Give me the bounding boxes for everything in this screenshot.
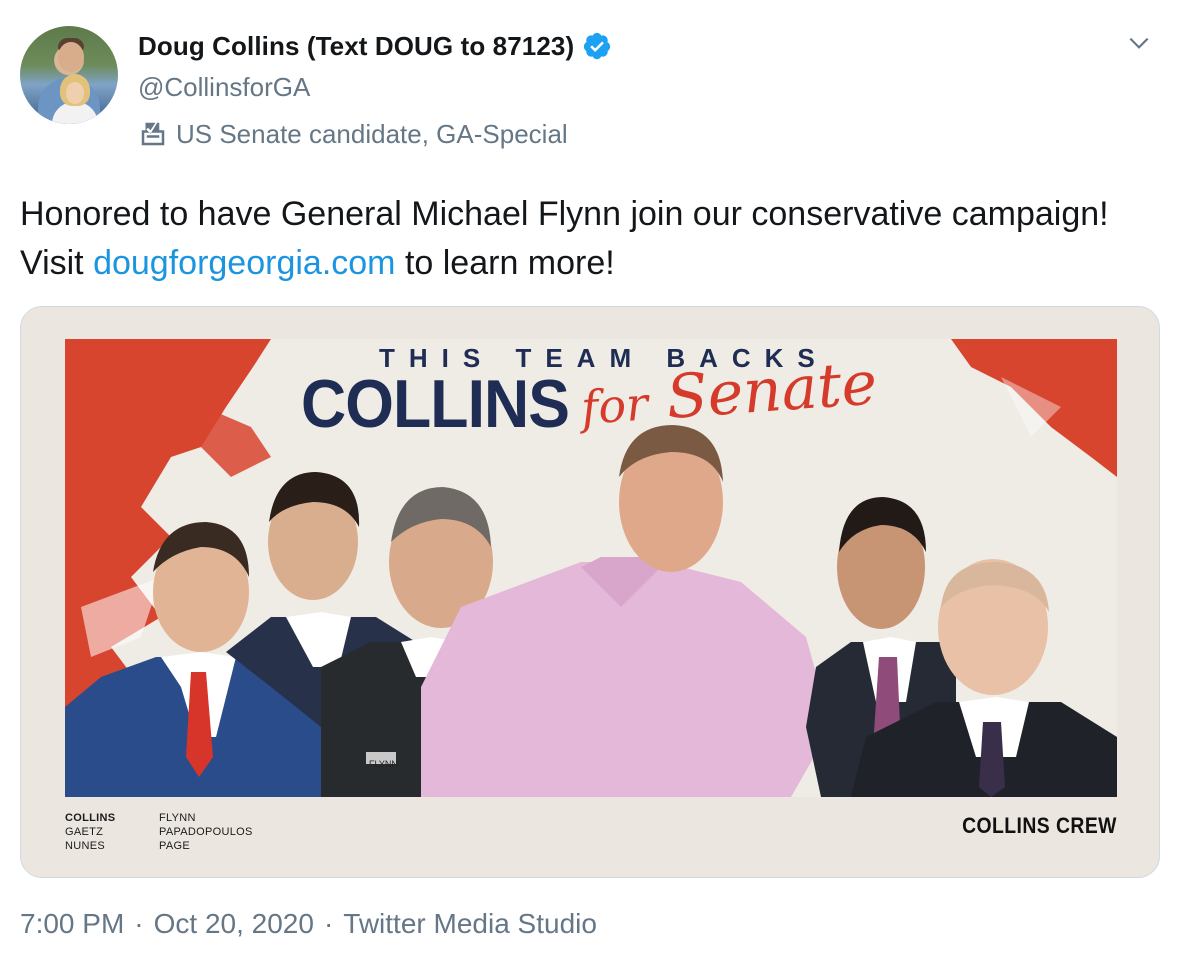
tweet-media-image[interactable]: THIS TEAM BACKS COLLINS for Senate COLLI… bbox=[20, 306, 1160, 878]
media-name-right-1: FLYNN bbox=[159, 812, 196, 824]
media-header-for: for bbox=[579, 376, 650, 435]
author-display-name[interactable]: Doug Collins (Text DOUG to 87123) bbox=[138, 31, 574, 62]
author-handle[interactable]: @CollinsforGA bbox=[138, 72, 310, 103]
tweet-footer: 7:00 PM · Oct 20, 2020 · Twitter Media S… bbox=[20, 908, 597, 940]
footer-separator: · bbox=[323, 908, 334, 939]
author-name-row[interactable]: Doug Collins (Text DOUG to 87123) bbox=[138, 28, 612, 64]
ballot-box-icon bbox=[141, 122, 165, 146]
author-label-text: US Senate candidate, GA-Special bbox=[176, 118, 568, 149]
media-crew-label: COLLINS CREW bbox=[962, 813, 1117, 838]
media-uniform-tag: FLYNN bbox=[369, 759, 398, 769]
media-name-left-2: GAETZ bbox=[65, 826, 104, 838]
tweet-link[interactable]: dougforgeorgia.com bbox=[93, 244, 395, 282]
media-name-left-1: COLLINS bbox=[65, 812, 116, 824]
media-name-left-3: NUNES bbox=[65, 840, 106, 852]
verified-badge-icon bbox=[584, 32, 611, 60]
author-label: US Senate candidate, GA-Special bbox=[138, 117, 568, 151]
media-header-senate: Senate bbox=[664, 348, 880, 433]
tweet-source[interactable]: Twitter Media Studio bbox=[343, 908, 597, 940]
media-names-right: FLYNN PAPADOPOULOS PAGE bbox=[159, 811, 253, 853]
media-name-right-3: PAGE bbox=[159, 840, 190, 852]
tweet-time[interactable]: 7:00 PM bbox=[20, 908, 124, 940]
media-header-big: COLLINS bbox=[301, 366, 570, 442]
tweet-text-after-link: to learn more! bbox=[395, 244, 615, 282]
tweet-text: Honored to have General Michael Flynn jo… bbox=[20, 190, 1160, 288]
tweet-date[interactable]: Oct 20, 2020 bbox=[154, 908, 314, 940]
media-name-right-2: PAPADOPOULOS bbox=[159, 826, 253, 838]
media-names-left: COLLINS GAETZ NUNES bbox=[65, 811, 115, 853]
chevron-down-icon[interactable] bbox=[1126, 30, 1152, 56]
avatar[interactable] bbox=[20, 26, 118, 124]
footer-separator: · bbox=[134, 908, 144, 939]
tweet: Doug Collins (Text DOUG to 87123) @Colli… bbox=[0, 0, 1188, 964]
